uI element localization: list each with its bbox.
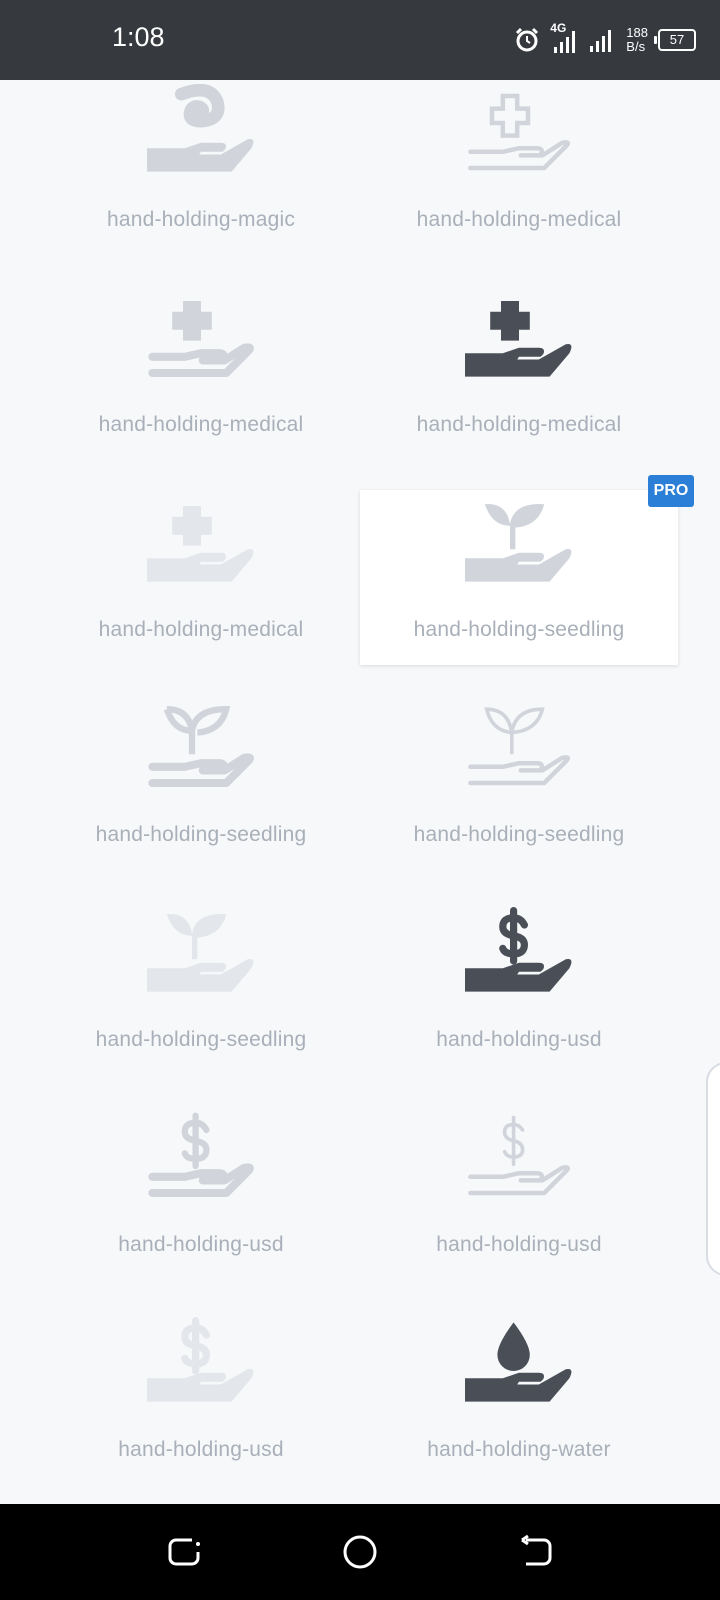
icon-label: hand-holding-medical [98,413,304,436]
speed-value: 188 [626,25,648,40]
icon-label: hand-holding-usd [118,1233,284,1256]
icon-label: hand-holding-seedling [413,823,625,846]
icon-card-hand-holding-medical[interactable]: hand-holding-medical [360,285,678,460]
icon-card-hand-holding-medical[interactable]: hand-holding-medical [42,490,360,665]
icon-label: hand-holding-medical [98,618,304,641]
hand-holding-seedling-icon [465,504,572,582]
hand-holding-seedling-icon [468,707,571,786]
icon-card-hand-holding-usd[interactable]: hand-holding-usd [360,900,678,1075]
hand-holding-usd-icon [148,1112,254,1198]
icon-card-hand-holding-usd[interactable]: hand-holding-usd [42,1310,360,1485]
home-button[interactable] [340,1532,380,1572]
icon-card-hand-holding-seedling[interactable]: hand-holding-seedling [42,900,360,1075]
icon-label: hand-holding-medical [416,208,622,231]
hand-holding-usd-icon [468,1115,571,1196]
hand-holding-magic-icon [147,84,254,172]
icon-card-hand-holding-usd[interactable]: hand-holding-usd [42,1105,360,1280]
icon-grid: hand-holding-magic hand-holding-medical ha… [0,80,720,1504]
hand-holding-water-icon [465,1322,572,1402]
status-icons: 4G 188 B/s 57 [514,21,696,58]
back-button[interactable] [516,1532,556,1572]
icon-label: hand-holding-seedling [95,823,307,846]
hand-holding-medical-icon [148,301,254,378]
hand-holding-medical-icon [465,301,572,377]
icon-label: hand-holding-usd [118,1438,284,1461]
hand-holding-medical-icon [468,93,571,171]
icon-card-hand-holding-seedling[interactable]: hand-holding-seedling [360,490,678,665]
icon-label: hand-holding-seedling [95,1028,307,1051]
icon-card-hand-holding-medical[interactable]: hand-holding-medical [42,285,360,460]
icon-card-hand-holding-magic[interactable]: hand-holding-magic [42,80,360,255]
icon-label: hand-holding-usd [436,1028,602,1051]
hand-holding-seedling-icon [147,914,254,992]
navigation-bar [0,1504,720,1600]
icon-card-hand-holding-water[interactable]: hand-holding-water [360,1310,678,1485]
icon-label: hand-holding-water [427,1438,611,1461]
icon-card-hand-holding-usd[interactable]: hand-holding-usd [360,1105,678,1280]
network-speed: 188 B/s [626,26,648,54]
icon-label: hand-holding-magic [106,208,296,231]
icon-label: hand-holding-usd [436,1233,602,1256]
hand-holding-usd-icon [147,1317,254,1402]
icon-card-hand-holding-seedling[interactable]: hand-holding-seedling [42,695,360,870]
icon-label: hand-holding-medical [416,413,622,436]
icon-label: hand-holding-seedling [413,618,625,641]
alarm-icon [516,27,539,52]
battery-level: 57 [669,32,685,47]
side-panel-handle[interactable] [706,1062,720,1276]
hand-holding-usd-icon [465,906,572,992]
status-bar: 1:08 4G 188 B/s 57 [0,0,720,80]
icon-card-hand-holding-seedling[interactable]: hand-holding-seedling [360,695,678,870]
hand-holding-seedling-icon [148,706,254,788]
signal-4g-icon: 4G [550,21,578,55]
recents-button[interactable] [164,1532,204,1572]
icon-card-hand-holding-medical[interactable]: hand-holding-medical [360,80,678,255]
signal-icon [590,30,612,52]
status-time: 1:08 [112,22,165,52]
hand-holding-medical-icon [147,506,254,582]
speed-unit: B/s [626,39,646,54]
battery-icon: 57 [654,29,696,51]
pro-badge: PRO [648,475,694,507]
